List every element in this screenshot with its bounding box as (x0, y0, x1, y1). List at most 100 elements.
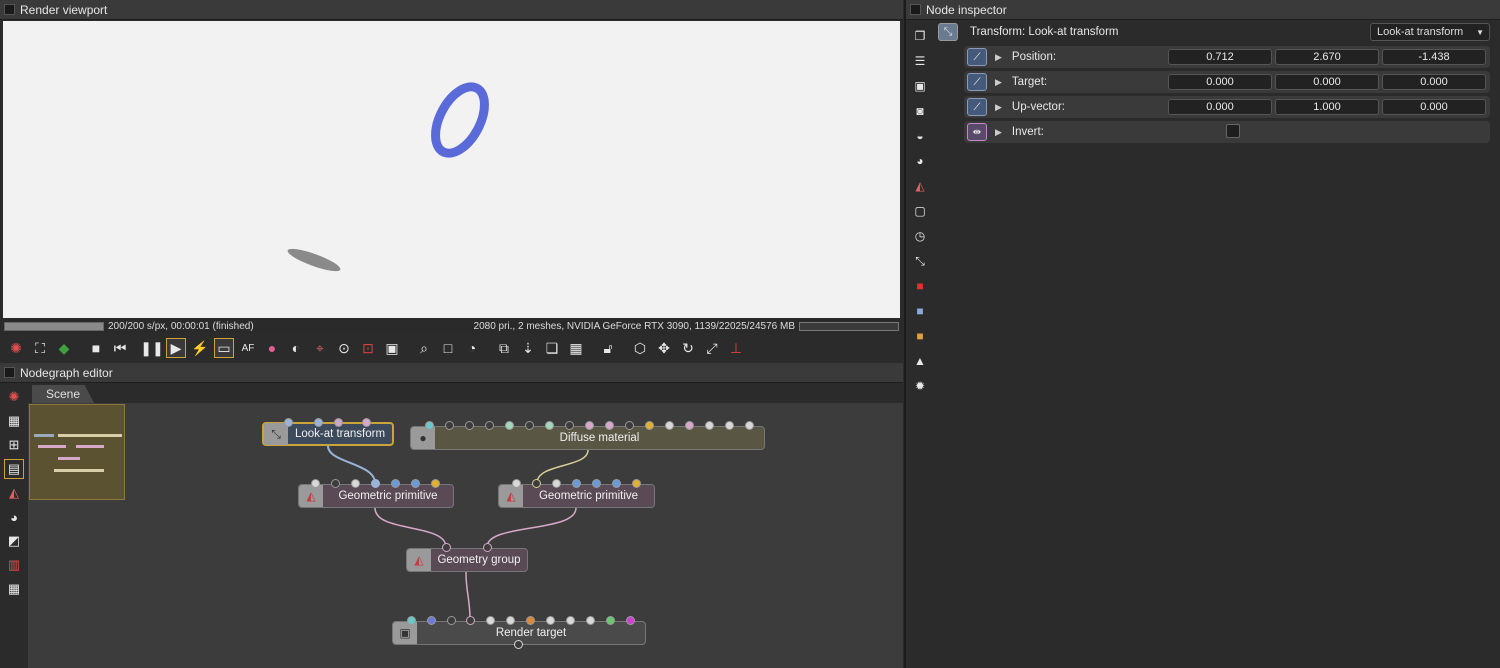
port[interactable] (606, 616, 615, 625)
pause-icon[interactable]: ❚❚ (140, 338, 163, 358)
port[interactable] (526, 616, 535, 625)
port[interactable] (625, 421, 634, 430)
crop-icon[interactable]: ⊡ (358, 338, 378, 358)
target-z-field[interactable]: 0.000 (1382, 74, 1486, 90)
restart-icon[interactable]: ⏮ (110, 338, 130, 358)
target-y-field[interactable]: 0.000 (1275, 74, 1379, 90)
lightning-icon[interactable]: ⚡ (190, 338, 210, 358)
port[interactable] (612, 479, 621, 488)
panel-toggle[interactable] (910, 4, 921, 15)
camera-cube-icon[interactable]: ⬡ (630, 338, 650, 358)
cube-color-icon[interactable]: ◆ (54, 338, 74, 358)
port[interactable] (284, 418, 293, 427)
port[interactable] (586, 616, 595, 625)
port[interactable] (371, 479, 380, 488)
port[interactable] (725, 421, 734, 430)
port[interactable] (645, 421, 654, 430)
expand-arrow-icon[interactable]: ▶ (995, 52, 1002, 63)
gauge-icon[interactable]: ◔ (462, 338, 482, 358)
af-icon[interactable]: AF (238, 338, 258, 358)
port[interactable] (391, 479, 400, 488)
focus-picker-icon[interactable]: ⊙ (334, 338, 354, 358)
expand-arrow-icon[interactable]: ▶ (995, 127, 1002, 138)
up-vector-y-field[interactable]: 1.000 (1275, 99, 1379, 115)
position-z-field[interactable]: -1.438 (1382, 49, 1486, 65)
curve-icon[interactable]: ⟋ (967, 73, 987, 91)
port[interactable] (483, 543, 492, 552)
port[interactable] (466, 616, 475, 625)
environment-icon[interactable]: ◒ (910, 126, 930, 146)
up-vector-z-field[interactable]: 0.000 (1382, 99, 1486, 115)
port[interactable] (632, 479, 641, 488)
port[interactable] (465, 421, 474, 430)
port[interactable] (445, 421, 454, 430)
nodegraph-canvas[interactable]: ⤡ Look-at transform ● Diffuse material ◭… (28, 403, 903, 668)
emission-icon[interactable]: ▥ (4, 555, 24, 575)
layers-icon[interactable]: ❏ (542, 338, 562, 358)
table-icon[interactable]: ▦ (4, 579, 24, 599)
port[interactable] (685, 421, 694, 430)
port[interactable] (485, 421, 494, 430)
red-cube-icon[interactable]: ■ (910, 276, 930, 296)
frame-icon[interactable]: □ (438, 338, 458, 358)
light-icon[interactable]: ✹ (910, 376, 930, 396)
target-x-field[interactable]: 0.000 (1168, 74, 1272, 90)
rotate-icon[interactable]: ↻ (678, 338, 698, 358)
color-picker-icon[interactable]: ● (262, 338, 282, 358)
stop-icon[interactable]: ■ (86, 338, 106, 358)
port[interactable] (546, 616, 555, 625)
port[interactable] (605, 421, 614, 430)
export-icon[interactable]: ▦ (566, 338, 586, 358)
port[interactable] (545, 421, 554, 430)
port[interactable] (626, 616, 635, 625)
kernel-icon[interactable]: ◕ (910, 151, 930, 171)
windows-icon[interactable]: ❐ (910, 26, 930, 46)
move-icon[interactable]: ✥ (654, 338, 674, 358)
port[interactable] (505, 421, 514, 430)
clock-icon[interactable]: ◷ (910, 226, 930, 246)
expand-arrow-icon[interactable]: ▶ (995, 77, 1002, 88)
geometry-icon[interactable]: ◭ (910, 176, 930, 196)
picture-icon[interactable]: ▲ (910, 351, 930, 371)
geometry-icon[interactable]: ◭ (4, 483, 24, 503)
panel-toggle[interactable] (4, 367, 15, 378)
port[interactable] (572, 479, 581, 488)
port[interactable] (442, 543, 451, 552)
axis-icon[interactable]: ⊥ (726, 338, 746, 358)
node-type-dropdown[interactable]: Look-at transform ▼ (1370, 23, 1490, 41)
port[interactable] (565, 421, 574, 430)
port[interactable] (351, 479, 360, 488)
region-icon[interactable]: ⛶ (30, 338, 50, 358)
material-picker-icon[interactable]: ◐ (286, 338, 306, 358)
port[interactable] (311, 479, 320, 488)
up-vector-x-field[interactable]: 0.000 (1168, 99, 1272, 115)
port[interactable] (552, 479, 561, 488)
node-geometry-group[interactable]: ◭ Geometry group (406, 548, 528, 572)
copy-icon[interactable]: ⧉ (494, 338, 514, 358)
port[interactable] (585, 421, 594, 430)
node-lookat-transform[interactable]: ⤡ Look-at transform (262, 422, 394, 446)
position-x-field[interactable]: 0.712 (1168, 49, 1272, 65)
render-viewport[interactable] (3, 21, 900, 318)
render-icon[interactable]: ✺ (4, 387, 24, 407)
port[interactable] (331, 479, 340, 488)
play-icon[interactable]: ▶ (166, 338, 186, 358)
monitor-icon[interactable]: ▭ (214, 338, 234, 358)
curve-icon[interactable]: ⟋ (967, 48, 987, 66)
port[interactable] (506, 616, 515, 625)
port[interactable] (314, 418, 323, 427)
port[interactable] (334, 418, 343, 427)
material-icon[interactable]: ◕ (4, 507, 24, 527)
unfold-icon[interactable]: ⊞ (4, 435, 24, 455)
port[interactable] (362, 418, 371, 427)
render-settings-icon[interactable]: ✺ (6, 338, 26, 358)
invert-checkbox[interactable] (1226, 124, 1240, 138)
toggle-icon[interactable]: ⇹ (967, 123, 987, 141)
curve-icon[interactable]: ⟋ (967, 98, 987, 116)
texture-icon[interactable]: ◩ (4, 531, 24, 551)
transform-icon[interactable]: ⤡ (910, 251, 930, 271)
port[interactable] (447, 616, 456, 625)
fit-icon[interactable]: ⤢ (702, 338, 722, 358)
image-icon[interactable]: ▣ (910, 76, 930, 96)
port[interactable] (566, 616, 575, 625)
